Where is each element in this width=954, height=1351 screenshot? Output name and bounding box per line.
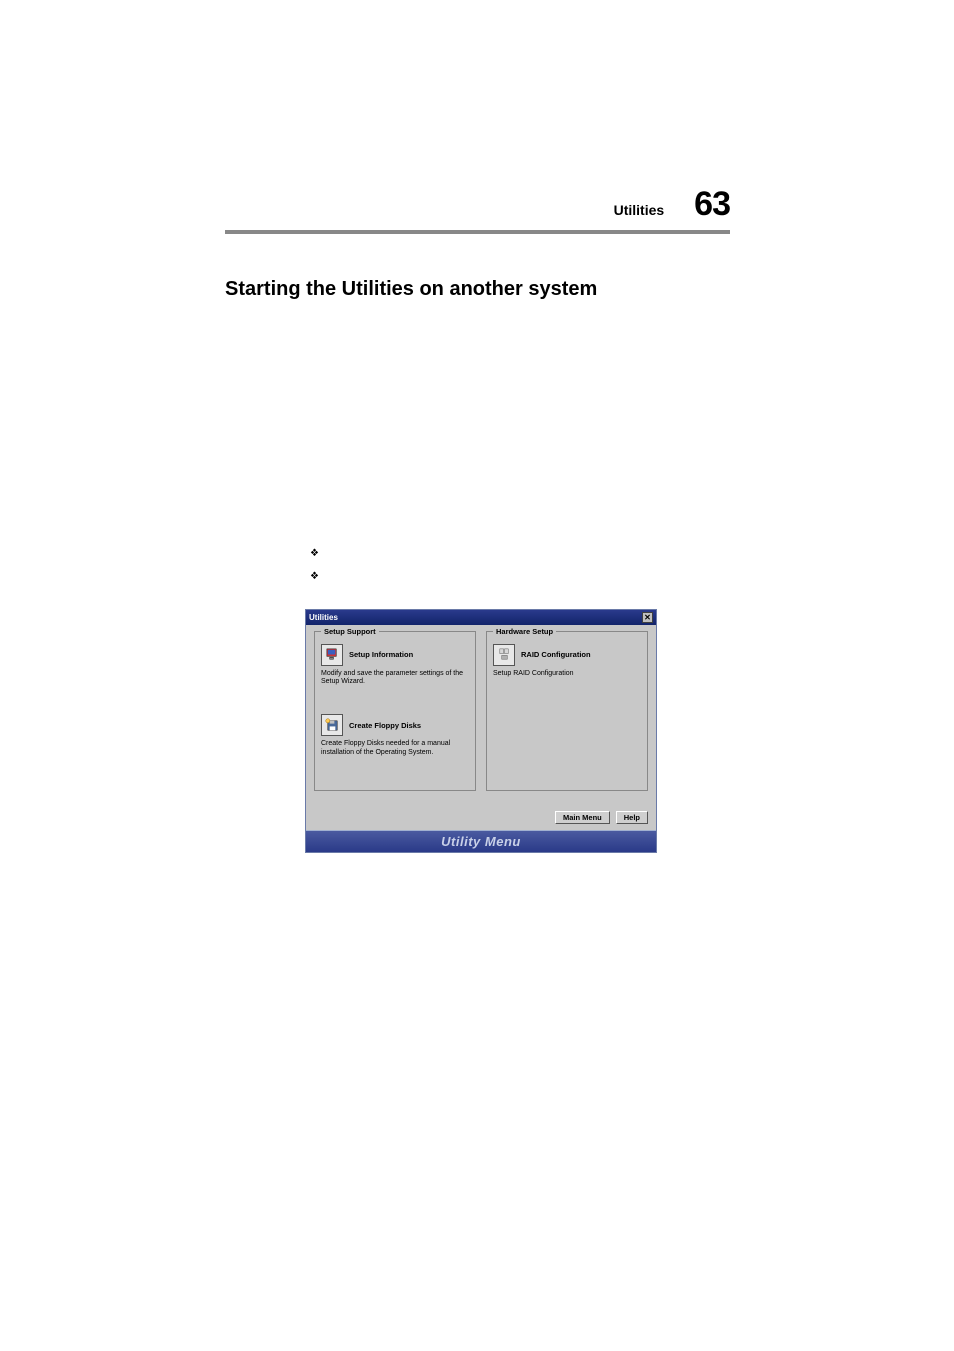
group-legend: Setup Support (321, 627, 379, 636)
page-number: 63 (694, 185, 730, 224)
page-content: Utilities 63 Starting the Utilities on a… (225, 185, 730, 853)
dialog-body: Setup Support Setup Information Modify a… (306, 625, 656, 809)
item-desc: Create Floppy Disks needed for a manual … (321, 740, 469, 757)
list-item: ❖ (310, 541, 730, 564)
dialog-title: Utilities (309, 613, 338, 622)
page-header: Utilities 63 (225, 185, 730, 228)
item-setup-information[interactable]: Setup Information (321, 644, 469, 666)
raid-icon (493, 644, 515, 666)
group-setup-support: Setup Support Setup Information Modify a… (314, 631, 476, 791)
dialog-titlebar: Utilities ✕ (306, 610, 656, 625)
item-title: Setup Information (349, 650, 413, 659)
computer-icon (321, 644, 343, 666)
item-title: RAID Configuration (521, 650, 591, 659)
close-icon: ✕ (644, 613, 651, 622)
item-desc: Setup RAID Configuration (493, 670, 641, 678)
bullet-icon: ❖ (310, 567, 319, 586)
item-desc: Modify and save the parameter settings o… (321, 670, 469, 687)
section-label: Utilities (614, 202, 665, 218)
bullet-list: ❖ ❖ (310, 541, 730, 587)
dialog-button-row: Main Menu Help (306, 809, 656, 830)
item-raid-config[interactable]: RAID Configuration (493, 644, 641, 666)
item-create-floppy[interactable]: Create Floppy Disks (321, 714, 469, 736)
list-item: ❖ (310, 564, 730, 587)
help-button[interactable]: Help (616, 811, 648, 824)
utilities-dialog: Utilities ✕ Setup Support Setup Inform (305, 609, 657, 853)
main-menu-button[interactable]: Main Menu (555, 811, 610, 824)
dialog-footer: Utility Menu (306, 830, 656, 852)
group-legend: Hardware Setup (493, 627, 556, 636)
page-title: Starting the Utilities on another system (225, 278, 730, 301)
group-hardware-setup: Hardware Setup RAID Configuration Setup … (486, 631, 648, 791)
header-divider (225, 230, 730, 234)
bullet-icon: ❖ (310, 544, 319, 563)
floppy-icon (321, 714, 343, 736)
close-button[interactable]: ✕ (642, 612, 653, 623)
item-title: Create Floppy Disks (349, 721, 421, 730)
